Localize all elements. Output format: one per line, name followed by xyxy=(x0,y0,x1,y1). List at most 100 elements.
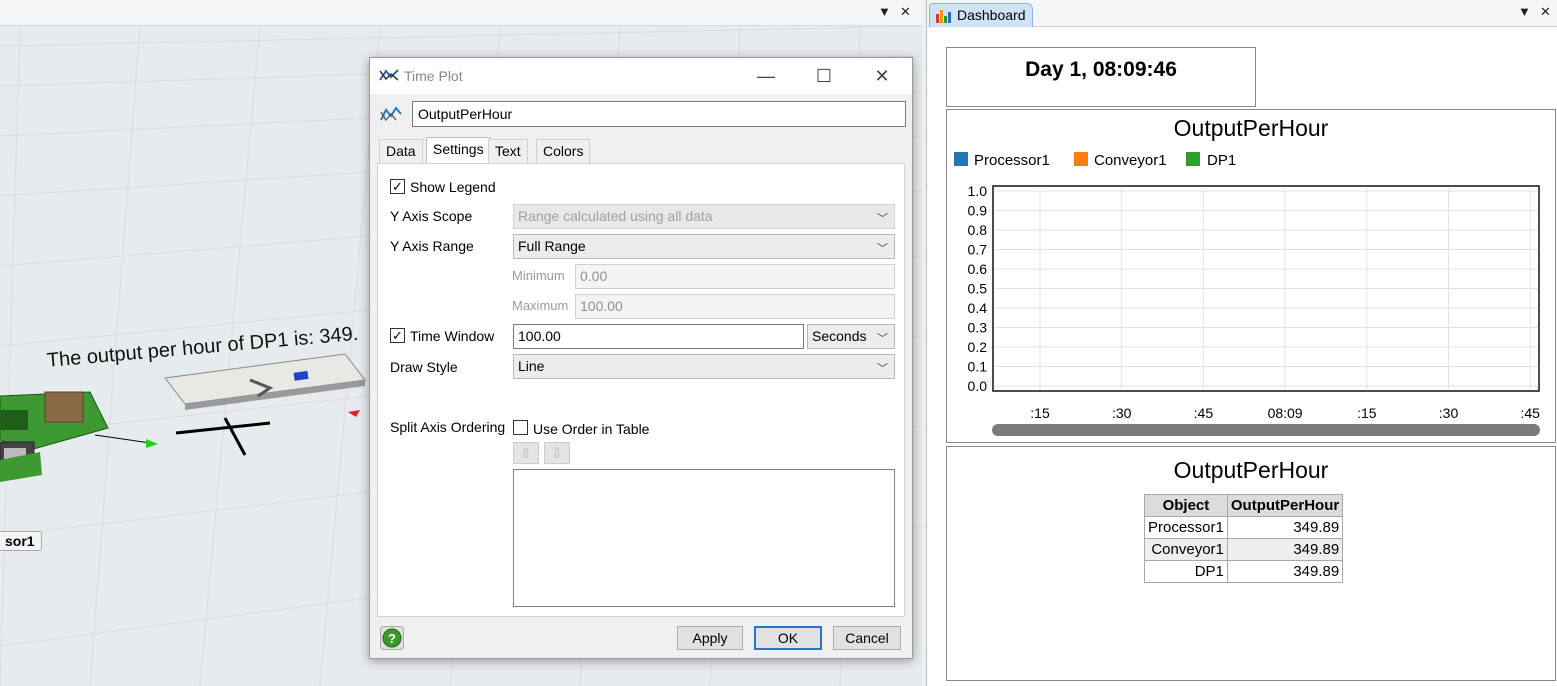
y-tick-label: 1.0 xyxy=(968,183,988,199)
x-tick-label: :15 xyxy=(1357,405,1377,421)
plot-type-icon xyxy=(380,106,402,127)
dashboard-tab-label: Dashboard xyxy=(957,7,1026,23)
minimum-input[interactable]: 0.00 xyxy=(575,264,895,289)
minimum-label: Minimum xyxy=(512,268,565,283)
axis-order-list[interactable] xyxy=(513,469,895,607)
arrow-down-icon: ⇩ xyxy=(551,445,563,461)
table-row: Conveyor1 349.89 xyxy=(1144,538,1344,561)
dashboard-tab[interactable]: Dashboard xyxy=(929,3,1033,27)
dashboard-close-button[interactable]: ✕ xyxy=(1540,4,1551,20)
draw-style-value: Line xyxy=(518,358,545,374)
move-up-button[interactable]: ⇧ xyxy=(513,442,539,464)
maximum-label: Maximum xyxy=(512,298,569,313)
dashboard-icon xyxy=(935,8,953,27)
dashboard-pane: Dashboard ▼ ✕ Day 1, 08:09:46 OutputPerH… xyxy=(926,0,1557,686)
apply-button[interactable]: Apply xyxy=(677,626,743,650)
y-tick-label: 0.2 xyxy=(968,339,988,355)
y-tick-label: 0.9 xyxy=(968,203,988,219)
x-tick-label: :15 xyxy=(1030,405,1050,421)
y-axis-range-label: Y Axis Range xyxy=(390,238,474,254)
table-cell-object: DP1 xyxy=(1144,560,1228,583)
show-legend-checkbox[interactable]: ✓ xyxy=(390,179,405,194)
tab-colors[interactable]: Colors xyxy=(536,139,591,163)
time-unit-select[interactable]: Seconds ﹀ xyxy=(807,324,895,349)
help-button[interactable]: ? xyxy=(380,626,404,650)
time-window-label: Time Window xyxy=(410,328,495,344)
legend-swatch-processor xyxy=(954,152,968,166)
y-tick-label: 0.1 xyxy=(968,359,988,375)
tab-text[interactable]: Text xyxy=(488,139,528,163)
y-axis-scope-label: Y Axis Scope xyxy=(390,208,473,224)
settings-panel: ✓ Show Legend Y Axis Scope Range calcula… xyxy=(377,163,905,617)
draw-style-select[interactable]: Line ﹀ xyxy=(513,354,895,379)
time-plot-icon xyxy=(379,68,399,85)
dashboard-header: Dashboard ▼ ✕ xyxy=(927,0,1557,27)
chevron-down-icon: ﹀ xyxy=(877,213,888,225)
x-tick-label: :30 xyxy=(1439,405,1459,421)
table-header-object: Object xyxy=(1144,494,1228,517)
y-tick-label: 0.5 xyxy=(968,281,988,297)
chevron-down-icon: ﹀ xyxy=(877,243,888,255)
draw-style-label: Draw Style xyxy=(390,359,458,375)
processor-label: sor1 xyxy=(0,531,42,551)
move-down-button[interactable]: ⇩ xyxy=(544,442,570,464)
legend-dp1: DP1 xyxy=(1207,152,1237,169)
table-cell-value: 349.89 xyxy=(1226,560,1344,583)
time-scrollbar[interactable] xyxy=(992,424,1540,436)
split-axis-ordering-label: Split Axis Ordering xyxy=(390,419,506,435)
chevron-down-icon: ﹀ xyxy=(877,333,888,345)
minimize-button[interactable]: — xyxy=(751,64,781,88)
time-window-checkbox[interactable]: ✓ xyxy=(390,328,405,343)
dialog-titlebar[interactable]: Time Plot — ☐ ✕ xyxy=(370,58,912,94)
y-tick-label: 0.6 xyxy=(968,261,988,277)
time-plot-chart[interactable]: 1.0 0.9 0.8 0.7 0.6 0.5 0.4 0.3 0.2 0.1 0.0 :15 :30:… xyxy=(946,180,1556,440)
name-bar xyxy=(370,94,912,134)
table-cell-value: 349.89 xyxy=(1226,516,1344,539)
tab-data[interactable]: Data xyxy=(379,139,423,163)
maximize-button[interactable]: ☐ xyxy=(809,64,839,88)
x-tick-label: :30 xyxy=(1112,405,1132,421)
help-icon: ? xyxy=(382,628,402,648)
table-title: OutputPerHour xyxy=(1173,457,1329,483)
table-cell-object: Conveyor1 xyxy=(1144,538,1228,561)
ok-button[interactable]: OK xyxy=(754,626,822,650)
y-tick-label: 0.3 xyxy=(968,320,988,336)
legend-processor1: Processor1 xyxy=(974,152,1050,169)
close-button[interactable]: ✕ xyxy=(867,64,897,88)
y-axis-range-value: Full Range xyxy=(518,238,586,254)
cancel-button[interactable]: Cancel xyxy=(833,626,901,650)
use-order-label: Use Order in Table xyxy=(533,421,650,437)
legend-conveyor1: Conveyor1 xyxy=(1094,152,1167,169)
svg-text:?: ? xyxy=(388,631,396,646)
x-tick-label: :45 xyxy=(1194,405,1214,421)
y-tick-label: 0.7 xyxy=(968,242,988,258)
arrow-up-icon: ⇧ xyxy=(520,445,532,461)
output-table: Object OutputPerHour Processor1 349.89 C… xyxy=(1144,494,1344,583)
time-plot-dialog: Time Plot — ☐ ✕ Data Settings Text Color… xyxy=(369,57,913,659)
table-row: DP1 349.89 xyxy=(1144,560,1344,583)
y-axis-scope-value: Range calculated using all data xyxy=(518,208,713,224)
legend-swatch-conveyor xyxy=(1074,152,1088,166)
view-header: ▼ ✕ xyxy=(0,0,922,26)
tab-settings[interactable]: Settings xyxy=(426,137,491,164)
time-window-input[interactable]: 100.00 xyxy=(513,324,804,349)
plot-name-input[interactable] xyxy=(412,101,906,127)
time-unit-value: Seconds xyxy=(812,328,867,344)
maximum-input[interactable]: 100.00 xyxy=(575,294,895,319)
dialog-title: Time Plot xyxy=(404,68,463,84)
y-tick-label: 0.8 xyxy=(968,222,988,238)
use-order-checkbox[interactable] xyxy=(513,420,528,435)
x-tick-label: :45 xyxy=(1520,405,1540,421)
model-objects[interactable] xyxy=(0,340,380,490)
view-menu-dropdown[interactable]: ▼ xyxy=(878,4,891,19)
dashboard-menu-dropdown[interactable]: ▼ xyxy=(1518,4,1531,19)
view-close-button[interactable]: ✕ xyxy=(900,4,911,20)
y-axis-scope-select[interactable]: Range calculated using all data ﹀ xyxy=(513,204,895,229)
y-tick-label: 0.0 xyxy=(968,378,988,394)
chevron-down-icon: ﹀ xyxy=(877,363,888,375)
y-tick-label: 0.4 xyxy=(968,300,988,316)
y-axis-range-select[interactable]: Full Range ﹀ xyxy=(513,234,895,259)
chart-title: OutputPerHour xyxy=(1173,115,1329,141)
table-row: Processor1 349.89 xyxy=(1144,516,1344,539)
x-tick-label: 08:09 xyxy=(1268,405,1303,421)
